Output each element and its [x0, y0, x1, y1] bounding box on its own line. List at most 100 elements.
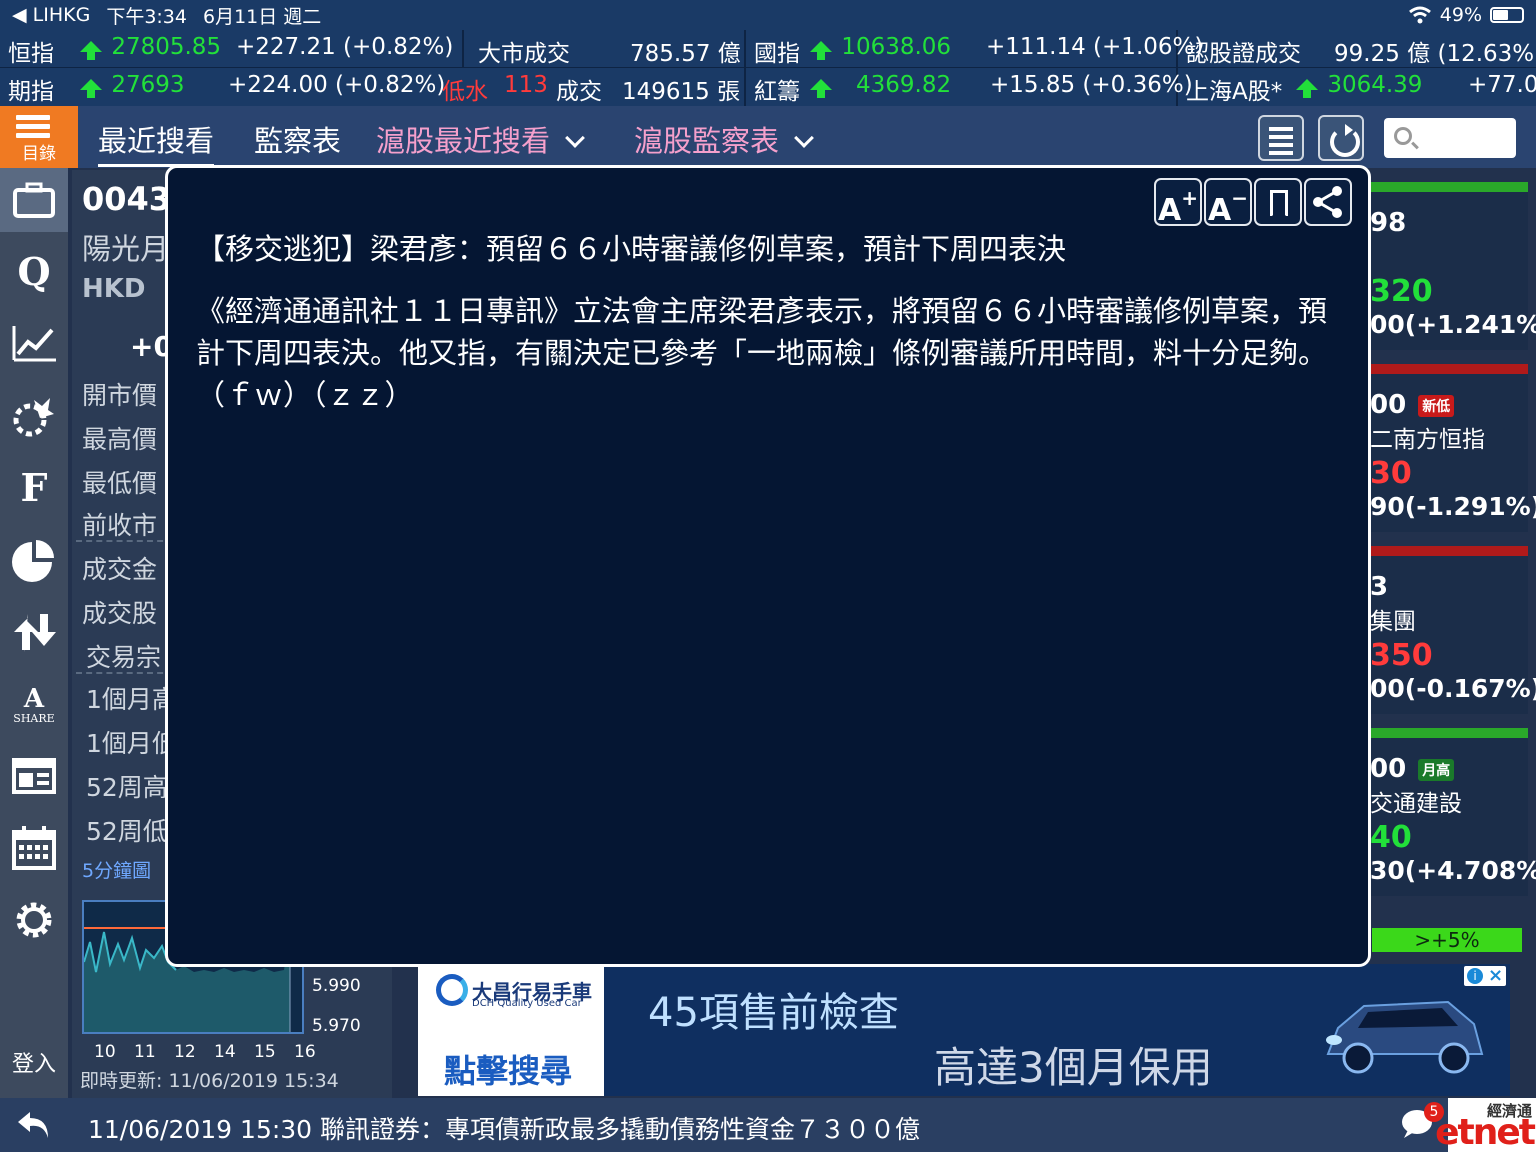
- ticker-turnover[interactable]: 大市成交 785.57 億: [464, 30, 746, 68]
- ticker-value: 99.25 億 (12.63%): [1334, 41, 1536, 67]
- card-color-bar: [1360, 728, 1528, 738]
- ticker-futures[interactable]: 期指 27693 +224.00 (+0.82%) 低水 113 成交 1496…: [0, 68, 746, 106]
- watch-card[interactable]: 3 集團 350 00(-0.167%): [1360, 546, 1536, 714]
- news-headline-link[interactable]: 11/06/2019 15:30 聯訊證券：專項債新政最多撬動債務性資金７３００…: [88, 1110, 920, 1146]
- chart-interval-link[interactable]: 5分鐘圖: [82, 856, 151, 883]
- ticker-label: 紅籌: [754, 79, 800, 105]
- login-button[interactable]: 登入: [0, 1046, 68, 1078]
- card-price: 350: [1370, 638, 1433, 673]
- dialog-toolbar: A+ A−: [1154, 178, 1352, 228]
- calendar-icon: [12, 826, 56, 870]
- gear-icon: [16, 902, 52, 938]
- briefcase-icon: [13, 182, 55, 218]
- chevron-down-icon: [794, 128, 814, 148]
- watch-card[interactable]: 00 月高 交通建設 40 30(+4.708%): [1360, 728, 1536, 896]
- ad-cta-button[interactable]: 點擊搜尋: [444, 1046, 572, 1092]
- x-tick-label: 12: [174, 1042, 196, 1062]
- ad-close-button[interactable]: i ×: [1464, 965, 1506, 986]
- ticker-label: 期指: [8, 79, 54, 105]
- ticker-label: 上海A股*: [1186, 79, 1283, 105]
- font-increase-button[interactable]: A+: [1154, 178, 1202, 228]
- ticker-warrant-turnover[interactable]: 認股證成交 99.25 億 (12.63%): [1178, 30, 1536, 68]
- sidebar-item-settings[interactable]: [0, 888, 68, 952]
- sidebar-item-cbbc[interactable]: [0, 384, 68, 448]
- stat-label: 成交金: [82, 555, 158, 584]
- up-arrow-icon: [810, 79, 832, 98]
- tab-sh-recent[interactable]: 滬股最近搜看: [376, 118, 585, 160]
- ad-logo-area: 大昌行易手車 DCH Quality Used Car 點擊搜尋: [418, 964, 604, 1096]
- chevron-down-icon: [565, 128, 585, 148]
- bookmark-icon: [1270, 190, 1288, 218]
- watch-card[interactable]: 00 新低 二南方恒指 30 90(-1.291%): [1360, 364, 1536, 532]
- x-tick-label: 14: [214, 1042, 236, 1062]
- card-price: 30: [1370, 456, 1412, 491]
- watch-card[interactable]: 98 320 00(+1.241%): [1360, 182, 1536, 350]
- info-icon: i: [1467, 968, 1483, 984]
- stat-label: 52周高: [86, 773, 168, 802]
- status-date: 6月11日 週二: [202, 5, 322, 28]
- ad-banner[interactable]: 大昌行易手車 DCH Quality Used Car 點擊搜尋 45項售前檢查…: [418, 964, 1510, 1096]
- share-button[interactable]: [1304, 178, 1352, 226]
- etnet-logo: 經濟通 etnet: [1435, 1098, 1536, 1152]
- sidebar-item-transfer[interactable]: [0, 600, 68, 664]
- card-color-bar: [1360, 546, 1528, 556]
- sidebar-item-chart[interactable]: [0, 312, 68, 376]
- ticker-change: +15.85 (+0.36%): [990, 72, 1193, 98]
- close-icon: ×: [1488, 965, 1504, 986]
- ticker-label: 認股證成交: [1186, 41, 1301, 67]
- stock-code: 0043: [82, 180, 172, 218]
- card-change: 00(-0.167%): [1370, 674, 1536, 703]
- sidebar-item-fund[interactable]: F: [0, 456, 68, 520]
- discount-label: 低水: [442, 79, 488, 105]
- ticker-change: +77.06: [1468, 72, 1536, 98]
- card-code: 00: [1370, 390, 1407, 420]
- tab-watchlist[interactable]: 監察表: [254, 118, 341, 160]
- stat-label: 1個月低: [86, 729, 177, 758]
- tab-label: 滬股最近搜看: [376, 124, 551, 158]
- menu-button[interactable]: 目錄: [0, 106, 78, 168]
- new-low-badge: 新低: [1418, 394, 1455, 417]
- stat-label: 開市價: [82, 381, 158, 410]
- bookmark-button[interactable]: [1254, 178, 1302, 226]
- ticker-hscei[interactable]: 國指 10638.06 +111.14 (+1.06%): [746, 30, 1203, 68]
- sidebar-item-calendar[interactable]: [0, 816, 68, 880]
- sidebar-item-quote[interactable]: Q: [0, 240, 68, 304]
- sidebar-item-a-share[interactable]: A SHARE: [0, 672, 68, 736]
- bull-bear-icon: [13, 398, 54, 437]
- news-detail-dialog: A+ A− 【移交逃犯】梁君彥：預留６６小時審議修例草案，預計下周四表決 《經濟…: [165, 165, 1371, 967]
- heatmap-range-label[interactable]: >+5%: [1372, 928, 1522, 952]
- ticker-value: 27805.85: [111, 34, 222, 60]
- search-icon: [1394, 127, 1412, 145]
- up-down-arrows-icon: [14, 614, 56, 652]
- news-footer: 11/06/2019 15:30 聯訊證券：專項債新政最多撬動債務性資金７３００…: [0, 1098, 1536, 1152]
- pie-chart-icon: [12, 540, 54, 582]
- stat-label: 1個月高: [86, 685, 177, 714]
- back-arrow-icon[interactable]: [14, 1106, 54, 1142]
- card-color-bar: [1360, 182, 1528, 192]
- ticker-label: 國指: [754, 41, 800, 67]
- list-view-button[interactable]: [1258, 115, 1304, 161]
- battery-percent: 49%: [1439, 4, 1482, 26]
- sidebar-item-portfolio[interactable]: [0, 168, 68, 232]
- tab-recent[interactable]: 最近搜看: [98, 118, 215, 167]
- ticker-redchip[interactable]: 紅籌 4369.82 +15.85 (+0.36%): [746, 68, 1193, 106]
- font-decrease-button[interactable]: A−: [1204, 178, 1252, 228]
- tab-bar: 目錄 最近搜看 監察表 滬股最近搜看 滬股監察表: [0, 106, 1536, 168]
- ticker-value: 27693: [111, 72, 185, 98]
- back-to-app-link[interactable]: ◀ LIHKG: [12, 4, 90, 26]
- article-title: 【移交逃犯】梁君彥：預留６６小時審議修例草案，預計下周四表決: [196, 232, 1067, 266]
- stat-label: 最低價: [82, 469, 158, 498]
- wifi-icon: [1408, 6, 1431, 24]
- ticker-label: 恒指: [8, 41, 54, 67]
- car-icon: [1326, 1000, 1484, 1074]
- ticker-change: +111.14 (+1.06%): [986, 34, 1204, 60]
- ticker-shanghai-a[interactable]: 上海A股* 3064.39 +77.06: [1178, 68, 1536, 106]
- tab-sh-watchlist[interactable]: 滬股監察表: [634, 118, 814, 160]
- up-arrow-icon: [1296, 79, 1318, 98]
- ticker-hsi[interactable]: 恒指 27805.85 +227.21 (+0.82%): [0, 30, 464, 68]
- card-price: 320: [1370, 274, 1433, 309]
- search-input[interactable]: [1384, 118, 1516, 158]
- sidebar-item-news[interactable]: [0, 744, 68, 808]
- sidebar-item-analysis[interactable]: [0, 528, 68, 592]
- refresh-button[interactable]: [1318, 115, 1364, 161]
